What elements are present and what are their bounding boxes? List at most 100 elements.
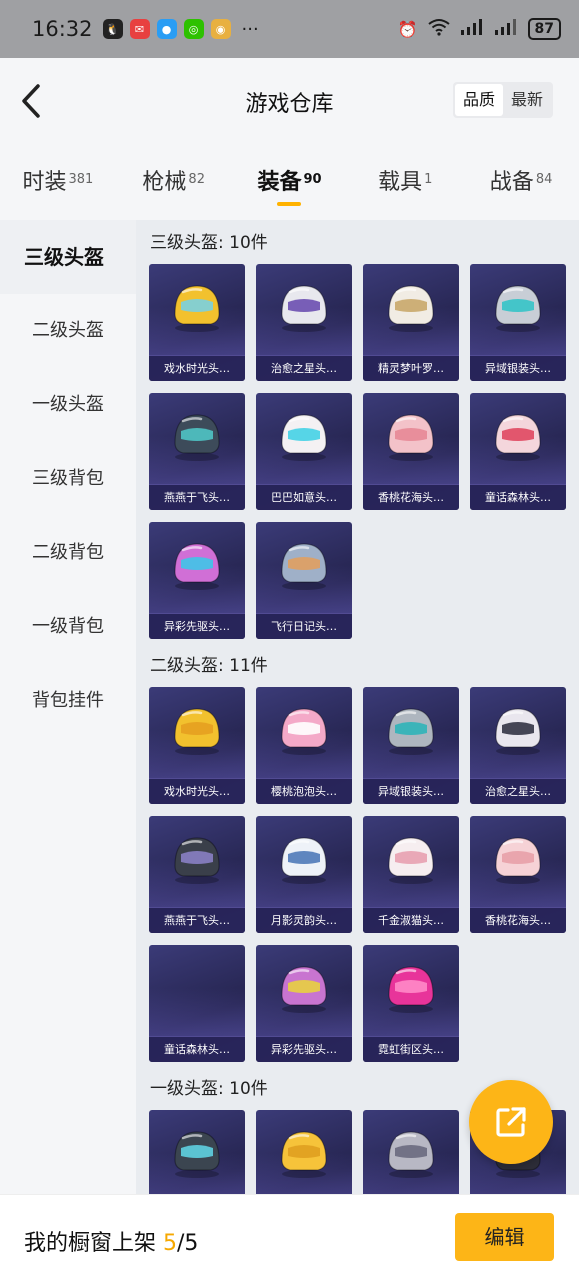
- qq-icon: 🐧: [102, 19, 123, 39]
- item-name: 樱桃泡泡头…: [256, 778, 352, 804]
- helmet-icon: [274, 959, 334, 1015]
- item-card[interactable]: [363, 1110, 459, 1194]
- item-name: 霓虹街区头…: [363, 1036, 459, 1062]
- item-name: 香桃花海头…: [470, 907, 566, 933]
- header: 游戏仓库 品质 最新: [0, 58, 579, 144]
- section-level3-helmet: 三级头盔: 10件 戏水时光头… 治愈之星头… 精灵梦叶罗… 异域银装头… 燕燕于飞头……: [136, 230, 579, 639]
- item-name: 童话森林头…: [470, 484, 566, 510]
- section-title: 三级头盔: 10件: [150, 233, 268, 253]
- wechat-icon: ◎: [183, 19, 204, 39]
- sidebar-item-level1-helmet[interactable]: 一级头盔: [0, 368, 136, 442]
- item-name: 治愈之星头…: [256, 355, 352, 381]
- item-name: 巴巴如意头…: [256, 484, 352, 510]
- helmet-icon: [381, 701, 441, 757]
- helmet-icon: [274, 536, 334, 592]
- tab-label: 枪械: [142, 170, 187, 195]
- tab-count: 381: [68, 171, 94, 187]
- tab-guns[interactable]: 枪械 82: [116, 144, 232, 220]
- sidebar-item-level3-helmet[interactable]: 三级头盔: [0, 220, 136, 294]
- wifi-icon: [427, 18, 450, 40]
- item-card[interactable]: 异域银装头…: [363, 687, 459, 804]
- mail-icon: ✉: [129, 19, 150, 39]
- item-card[interactable]: 童话森林头…: [149, 945, 245, 1062]
- helmet-icon: [381, 1124, 441, 1180]
- item-name: 月影灵韵头…: [256, 907, 352, 933]
- status-time: 16:32: [32, 17, 93, 41]
- item-card[interactable]: 异彩先驱头…: [149, 522, 245, 639]
- section-title: 二级头盔: 11件: [150, 656, 268, 676]
- battery-indicator: 87: [527, 18, 561, 40]
- item-name: 异域银装头…: [470, 355, 566, 381]
- sort-quality-button[interactable]: 品质: [454, 84, 503, 116]
- item-card[interactable]: 异域银装头…: [470, 264, 566, 381]
- item-card[interactable]: 戏水时光头…: [149, 687, 245, 804]
- message-icon: ●: [156, 19, 177, 39]
- helmet-icon: [381, 278, 441, 334]
- edit-button[interactable]: 编辑: [455, 1213, 554, 1261]
- item-name: 燕燕于飞头…: [149, 484, 245, 510]
- item-name: 戏水时光头…: [149, 778, 245, 804]
- item-card[interactable]: 治愈之星头…: [256, 264, 352, 381]
- item-list[interactable]: 三级头盔: 10件 戏水时光头… 治愈之星头… 精灵梦叶罗… 异域银装头… 燕燕于飞头……: [136, 220, 579, 1194]
- item-card[interactable]: 精灵梦叶罗…: [363, 264, 459, 381]
- share-button[interactable]: [469, 1080, 553, 1164]
- signal-icon: [460, 18, 484, 40]
- tab-count: 84: [535, 171, 553, 187]
- helmet-icon: [167, 830, 227, 886]
- item-name: 飞行日记头…: [256, 613, 352, 639]
- item-card[interactable]: 异彩先驱头…: [256, 945, 352, 1062]
- item-card[interactable]: 巴巴如意头…: [256, 393, 352, 510]
- alarm-icon: ⏰: [397, 19, 418, 39]
- tab-label: 时装: [22, 170, 67, 195]
- item-card[interactable]: 燕燕于飞头…: [149, 816, 245, 933]
- app-icon: ◉: [210, 19, 231, 39]
- helmet-icon: [488, 407, 548, 463]
- sidebar-item-level2-backpack[interactable]: 二级背包: [0, 516, 136, 590]
- share-icon: [496, 1107, 526, 1137]
- tab-count: 1: [424, 171, 433, 187]
- helmet-icon: [167, 1124, 227, 1180]
- helmet-icon: [274, 701, 334, 757]
- item-card[interactable]: 治愈之星头…: [470, 687, 566, 804]
- helmet-icon: [488, 830, 548, 886]
- item-card[interactable]: 童话森林头…: [470, 393, 566, 510]
- helmet-icon: [488, 701, 548, 757]
- item-name: 千金淑猫头…: [363, 907, 459, 933]
- item-card[interactable]: 霓虹街区头…: [363, 945, 459, 1062]
- sort-latest-button[interactable]: 最新: [503, 84, 551, 116]
- item-card[interactable]: 香桃花海头…: [363, 393, 459, 510]
- helmet-icon: [274, 407, 334, 463]
- item-card[interactable]: 千金淑猫头…: [363, 816, 459, 933]
- tab-equipment[interactable]: 装备 90: [232, 144, 348, 220]
- signal-icon-2: [494, 18, 518, 40]
- sidebar-item-level3-backpack[interactable]: 三级背包: [0, 442, 136, 516]
- status-bar: 16:32 🐧 ✉ ● ◎ ◉ ··· ⏰ 87: [0, 0, 579, 58]
- item-card[interactable]: 月影灵韵头…: [256, 816, 352, 933]
- helmet-icon: [167, 278, 227, 334]
- helmet-icon: [167, 407, 227, 463]
- item-card[interactable]: [149, 1110, 245, 1194]
- helmet-icon: [381, 959, 441, 1015]
- sidebar-item-backpack-pendant[interactable]: 背包挂件: [0, 664, 136, 738]
- helmet-icon: [274, 1124, 334, 1180]
- tab-count: 82: [188, 171, 205, 187]
- helmet-icon: [167, 701, 227, 757]
- sidebar-item-level2-helmet[interactable]: 二级头盔: [0, 294, 136, 368]
- sidebar: 三级头盔 二级头盔 一级头盔 三级背包 二级背包 一级背包 背包挂件: [0, 220, 136, 1200]
- item-card[interactable]: 戏水时光头…: [149, 264, 245, 381]
- sidebar-item-level1-backpack[interactable]: 一级背包: [0, 590, 136, 664]
- tab-fashion[interactable]: 时装 381: [0, 144, 116, 220]
- helmet-icon: [488, 278, 548, 334]
- item-card[interactable]: 樱桃泡泡头…: [256, 687, 352, 804]
- item-name: 异域银装头…: [363, 778, 459, 804]
- tab-vehicles[interactable]: 载具 1: [347, 144, 463, 220]
- item-card[interactable]: 燕燕于飞头…: [149, 393, 245, 510]
- item-card[interactable]: [256, 1110, 352, 1194]
- item-name: 治愈之星头…: [470, 778, 566, 804]
- item-grid: 戏水时光头… 治愈之星头… 精灵梦叶罗… 异域银装头… 燕燕于飞头… 巴巴如意头… 香桃花海…: [136, 264, 579, 639]
- item-card[interactable]: 香桃花海头…: [470, 816, 566, 933]
- item-card[interactable]: 飞行日记头…: [256, 522, 352, 639]
- item-name: 香桃花海头…: [363, 484, 459, 510]
- tab-battle-gear[interactable]: 战备 84: [463, 144, 579, 220]
- tab-count: 90: [303, 171, 322, 187]
